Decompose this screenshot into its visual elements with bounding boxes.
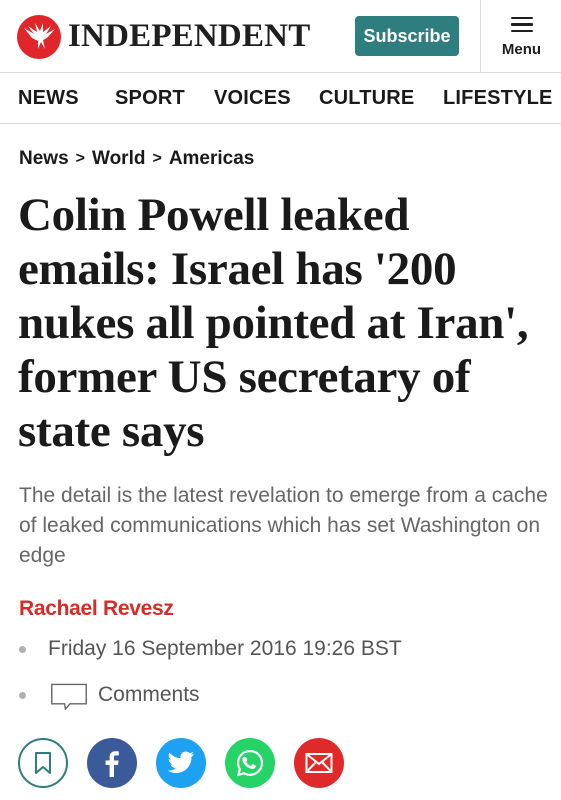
site-logo-text[interactable]: INDEPENDENT <box>68 16 310 56</box>
nav-item-lifestyle[interactable]: LIFESTYLE <box>443 73 553 123</box>
article-standfirst: The detail is the latest revelation to e… <box>19 484 548 567</box>
article-headline: Colin Powell leaked emails: Israel has '… <box>18 189 529 457</box>
whatsapp-icon <box>236 749 264 777</box>
nav-item-sport[interactable]: SPORT <box>115 73 185 123</box>
menu-label: Menu <box>501 40 542 58</box>
breadcrumb-separator: > <box>75 150 85 167</box>
share-buttons <box>18 738 363 788</box>
menu-button[interactable]: Menu <box>480 0 561 72</box>
article-author[interactable]: Rachael Revesz <box>19 597 174 621</box>
breadcrumb-americas[interactable]: Americas <box>169 148 255 170</box>
whatsapp-share-button[interactable] <box>225 738 275 788</box>
twitter-share-button[interactable] <box>156 738 206 788</box>
section-nav: NEWS SPORT VOICES CULTURE LIFESTYLE <box>0 73 561 124</box>
facebook-icon <box>105 751 119 777</box>
hamburger-menu-icon <box>510 16 533 33</box>
comment-bubble-icon <box>51 683 87 710</box>
site-header: INDEPENDENT Subscribe Menu <box>0 0 561 73</box>
breadcrumb: News > World > Americas <box>19 148 254 170</box>
nav-item-voices[interactable]: VOICES <box>214 73 291 123</box>
email-share-button[interactable] <box>294 738 344 788</box>
nav-item-news[interactable]: NEWS <box>18 73 79 123</box>
breadcrumb-news[interactable]: News <box>19 148 69 170</box>
breadcrumb-separator: > <box>152 150 162 167</box>
email-icon <box>305 753 333 773</box>
eagle-logo-icon[interactable] <box>16 14 62 60</box>
comments-label: Comments <box>98 683 200 706</box>
comments-link[interactable]: Comments <box>19 680 200 710</box>
facebook-share-button[interactable] <box>87 738 137 788</box>
article-date: Friday 16 September 2016 19:26 BST <box>48 637 402 660</box>
bullet-icon <box>19 645 26 653</box>
bookmark-button[interactable] <box>18 738 68 788</box>
bullet-icon <box>19 691 26 699</box>
breadcrumb-world[interactable]: World <box>92 148 145 170</box>
nav-item-culture[interactable]: CULTURE <box>319 73 414 123</box>
article-date-row: Friday 16 September 2016 19:26 BST <box>19 637 402 661</box>
bookmark-icon <box>35 752 51 774</box>
subscribe-button[interactable]: Subscribe <box>355 16 459 56</box>
twitter-icon <box>167 751 194 773</box>
